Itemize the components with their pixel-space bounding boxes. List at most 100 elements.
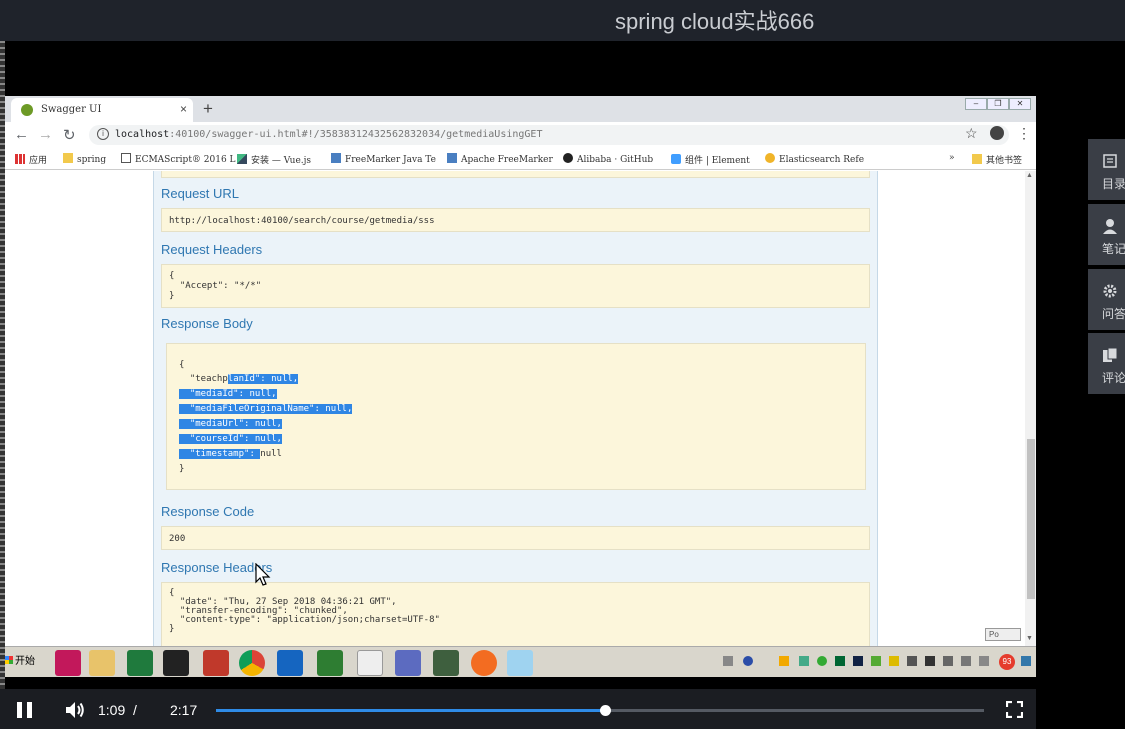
menu-dots-icon[interactable]: ⋮ [1017, 125, 1031, 142]
scroll-thumb[interactable] [1027, 439, 1035, 599]
reload-icon[interactable]: ↻ [63, 126, 76, 144]
bookmark-apache-freemarker[interactable]: Apache FreeMarker [447, 153, 553, 165]
current-time: 1:09 [98, 702, 126, 718]
tray-app-icon[interactable] [817, 656, 827, 666]
bookmark-label: Elasticsearch Refe [779, 155, 865, 165]
bookmarks-overflow[interactable]: » [949, 153, 955, 163]
excel-icon[interactable] [127, 650, 153, 676]
bookmark-other[interactable]: 其他书签 [972, 153, 1022, 166]
tray-app-icon[interactable] [943, 656, 953, 666]
new-tab-button[interactable]: + [203, 99, 213, 119]
bookmark-element[interactable]: 组件 | Element [671, 153, 750, 166]
side-item-notes[interactable]: 笔记 [1088, 204, 1125, 265]
tray-app-icon[interactable] [925, 656, 935, 666]
tray-keyboard-icon[interactable] [723, 656, 733, 666]
tab-strip: Swagger UI × + – ❐ ✕ [5, 96, 1036, 122]
tray-app-icon[interactable] [889, 656, 899, 666]
code-line: } [179, 464, 185, 474]
screen-recorder-icon[interactable] [433, 650, 459, 676]
code-line: "mediaFileOriginalName": null, [179, 404, 353, 414]
bookmark-label: spring [77, 155, 107, 165]
progress-handle[interactable] [599, 705, 611, 716]
network-signal-icon[interactable] [961, 656, 971, 666]
bookmark-freemarker-java[interactable]: FreeMarker Java Te [331, 153, 436, 165]
close-window-icon[interactable]: ✕ [1009, 98, 1031, 110]
address-bar[interactable]: i localhost:40100/swagger-ui.html#!/3583… [89, 125, 1009, 145]
tray-app-icon[interactable] [907, 656, 917, 666]
progress-bar[interactable] [216, 705, 984, 716]
copy-icon [1103, 347, 1118, 362]
tray-app-icon[interactable] [871, 656, 881, 666]
url-text[interactable]: localhost:40100/swagger-ui.html#!/358383… [115, 129, 542, 140]
previous-codebox [161, 171, 870, 178]
ime-indicator: Po [985, 628, 1021, 641]
response-code-title: Response Code [161, 504, 255, 519]
response-body-title: Response Body [161, 316, 253, 331]
selected-text: "mediaId": null, [179, 389, 277, 399]
chrome-icon[interactable] [239, 650, 265, 676]
swagger-page: Request URL http://localhost:40100/searc… [5, 171, 1036, 646]
page-scrollbar[interactable]: ▲ ▼ [1025, 171, 1036, 646]
info-icon[interactable]: i [97, 128, 109, 140]
help-icon[interactable] [743, 656, 753, 666]
code-text: null [260, 449, 282, 459]
scroll-up-icon[interactable]: ▲ [1026, 172, 1033, 179]
intellij-icon[interactable] [55, 650, 81, 676]
file-explorer-icon[interactable] [89, 650, 115, 676]
tab-title: Swagger UI [41, 104, 102, 115]
selected-text: "courseId": null, [179, 434, 282, 444]
side-item-comments[interactable]: 评论 [1088, 333, 1125, 394]
tray-app-icon[interactable] [835, 656, 845, 666]
back-icon[interactable]: ← [14, 126, 29, 143]
start-label: 开始 [15, 656, 35, 667]
bookmark-elasticsearch[interactable]: Elasticsearch Refe [765, 153, 864, 165]
video-player-page: spring cloud实战666 Swagger UI × + – ❐ ✕ ←… [0, 0, 1125, 729]
tool-icon[interactable] [203, 650, 229, 676]
orange-app-icon[interactable] [471, 650, 497, 676]
side-item-catalog[interactable]: 目录 [1088, 139, 1125, 200]
forward-icon[interactable]: → [38, 126, 53, 143]
typora-icon[interactable] [357, 650, 383, 676]
bookmark-label: ECMAScript® 2016 L [135, 155, 236, 165]
video-controls: 1:09 / 2:17 [0, 689, 1036, 729]
show-desktop-icon[interactable] [1021, 656, 1031, 666]
bookmark-ecmascript[interactable]: ECMAScript® 2016 L [121, 153, 236, 165]
folder-icon [972, 154, 982, 164]
bookmark-label: FreeMarker Java Te [345, 155, 436, 165]
profile-icon[interactable] [990, 126, 1004, 140]
minimize-icon[interactable]: – [965, 98, 987, 110]
tray-app-icon[interactable] [799, 656, 809, 666]
webstorm-icon[interactable] [277, 650, 303, 676]
speaker-icon[interactable] [979, 656, 989, 666]
network-app-icon[interactable] [317, 650, 343, 676]
bookmark-alibaba-github[interactable]: Alibaba · GitHub [563, 153, 653, 165]
tab-close-icon[interactable]: × [180, 102, 187, 116]
pause-button[interactable] [17, 702, 35, 718]
notification-badge[interactable]: 93 [999, 654, 1015, 670]
start-button[interactable]: 开始 [5, 652, 35, 667]
paint-icon[interactable] [507, 650, 533, 676]
volume-icon[interactable] [64, 700, 86, 720]
bookmark-spring[interactable]: spring [63, 153, 106, 165]
restore-icon[interactable]: ❐ [987, 98, 1009, 110]
postman-icon[interactable] [395, 650, 421, 676]
pause-bar [17, 702, 22, 718]
selected-text: "mediaUrl": null, [179, 419, 282, 429]
bookmark-vue[interactable]: 安装 — Vue.js [237, 153, 311, 166]
terminal-icon[interactable] [163, 650, 189, 676]
bookmark-apps[interactable]: 应用 [15, 153, 47, 166]
selected-text: "mediaFileOriginalName": null, [179, 404, 353, 414]
bookmark-star-icon[interactable]: ☆ [965, 125, 978, 142]
code-line: } [169, 624, 175, 634]
side-item-qa[interactable]: 问答 [1088, 269, 1125, 330]
fullscreen-icon[interactable] [1006, 701, 1023, 718]
bluetooth-icon[interactable] [853, 656, 863, 666]
side-item-label: 问答 [1102, 307, 1125, 321]
code-icon [331, 153, 341, 163]
response-code-box: 200 [161, 526, 870, 550]
tray-app-icon[interactable] [779, 656, 789, 666]
scroll-down-icon[interactable]: ▼ [1026, 635, 1033, 642]
tab-swagger-ui[interactable]: Swagger UI × [11, 98, 193, 122]
windows-logo-icon [5, 656, 13, 664]
gear-icon [1103, 284, 1117, 298]
